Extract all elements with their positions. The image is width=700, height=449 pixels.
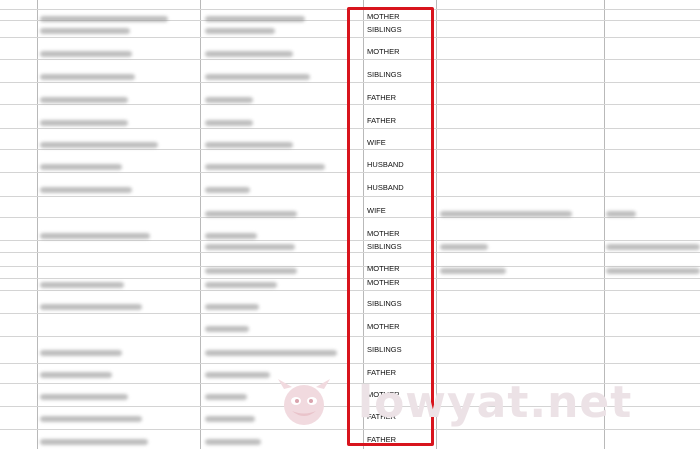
redacted-cell [40,416,142,422]
redacted-cell [205,16,305,22]
redacted-cell [205,51,293,57]
redacted-cell [606,244,700,250]
redacted-cell [205,282,277,288]
redacted-cell [205,372,270,378]
redacted-cell [205,28,275,34]
redacted-cell [440,244,488,250]
redacted-cell [205,326,249,332]
redacted-cell [205,233,257,239]
redacted-cell [40,142,158,148]
redacted-cell [205,304,259,310]
redacted-cell [205,268,297,274]
redacted-cell [40,51,132,57]
redacted-cell [205,350,337,356]
redacted-cell [440,268,506,274]
redacted-cell [205,416,255,422]
grid-column-line [37,0,38,449]
redacted-cell [606,268,700,274]
redacted-cell [205,120,253,126]
devil-mascot-icon [278,379,330,425]
redacted-cell [40,233,150,239]
redacted-cell [40,439,148,445]
redacted-cell [205,164,325,170]
redacted-cell [40,282,124,288]
watermark-text: lowyat.net [358,377,633,428]
redacted-cell [205,394,247,400]
redacted-cell [40,187,132,193]
redacted-cell [40,120,128,126]
redacted-cell [440,211,572,217]
redacted-cell [205,244,295,250]
redacted-cell [205,187,250,193]
redacted-cell [40,97,128,103]
redacted-cell [40,28,130,34]
redacted-cell [205,74,310,80]
redacted-cell [205,439,261,445]
redacted-cell [40,304,142,310]
redacted-cell [205,211,297,217]
redacted-cell [40,74,135,80]
redacted-cell [205,142,293,148]
redacted-cell [205,97,253,103]
redacted-cell [40,350,122,356]
redacted-cell [40,164,122,170]
watermark: lowyat.net [268,375,638,431]
redacted-cell [40,16,168,22]
redacted-cell [40,394,128,400]
redacted-cell [40,372,112,378]
redacted-cell [606,211,636,217]
grid-column-line [200,0,201,449]
